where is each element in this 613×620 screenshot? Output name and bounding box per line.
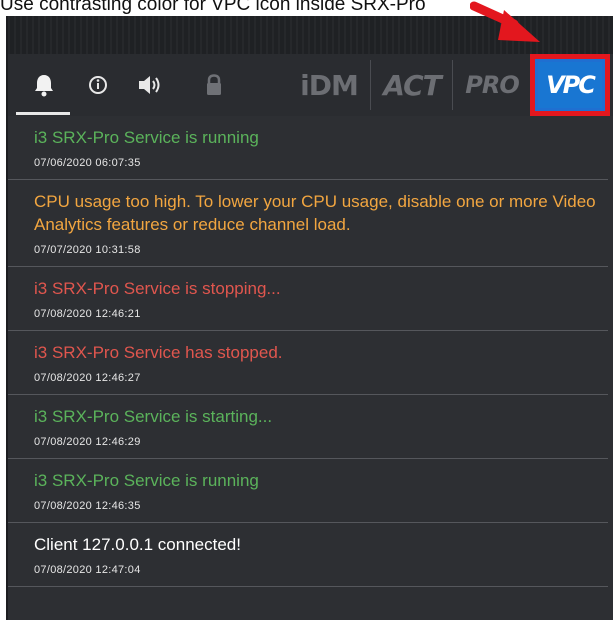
tab-lock[interactable] (194, 54, 234, 116)
notification-message: Client 127.0.0.1 connected! (34, 535, 241, 554)
notification-timestamp: 07/08/2020 12:46:35 (34, 500, 141, 512)
info-icon (89, 76, 107, 94)
notification-message: CPU usage too high. To lower your CPU us… (34, 192, 596, 234)
notification-message: i3 SRX-Pro Service is stopping... (34, 279, 281, 298)
notification-timestamp: 07/08/2020 12:46:27 (34, 372, 141, 384)
list-item[interactable]: CPU usage too high. To lower your CPU us… (8, 180, 608, 267)
list-item[interactable]: i3 SRX-Pro Service is running 07/08/2020 … (8, 459, 608, 523)
lock-icon (207, 74, 221, 95)
vpc-highlight-box[interactable]: VPC (530, 54, 610, 116)
notification-message: i3 SRX-Pro Service is running (34, 128, 259, 147)
notification-timestamp: 07/08/2020 12:46:29 (34, 436, 141, 448)
bell-icon (35, 75, 53, 97)
notification-panel: iDM ACT PRO VPC i3 SRX-Pro Service is ru… (6, 16, 613, 620)
red-arrow-icon (470, 1, 540, 42)
vpc-icon[interactable]: VPC (538, 62, 602, 108)
brand-act-icon[interactable]: ACT (380, 54, 444, 116)
list-item[interactable]: i3 SRX-Pro Service has stopped. 07/08/202… (8, 331, 608, 395)
active-tab-indicator (16, 112, 70, 115)
notification-list: i3 SRX-Pro Service is running 07/06/2020 … (8, 116, 608, 587)
toolbar: iDM ACT PRO VPC (8, 54, 613, 116)
list-item[interactable]: i3 SRX-Pro Service is starting... 07/08/2… (8, 395, 608, 459)
tab-audio[interactable] (128, 54, 172, 116)
separator (370, 60, 371, 110)
list-item[interactable]: Client 127.0.0.1 connected! 07/08/2020 12… (8, 523, 608, 587)
list-item[interactable]: i3 SRX-Pro Service is running 07/06/2020 … (8, 116, 608, 180)
tab-info[interactable] (78, 54, 118, 116)
notification-timestamp: 07/08/2020 12:46:21 (34, 308, 141, 320)
list-item[interactable]: i3 SRX-Pro Service is stopping... 07/08/2… (8, 267, 608, 331)
notification-timestamp: 07/08/2020 12:47:04 (34, 564, 141, 576)
brand-idm-icon[interactable]: iDM (296, 54, 362, 116)
separator (452, 60, 453, 110)
notification-timestamp: 07/07/2020 10:31:58 (34, 244, 141, 256)
notification-timestamp: 07/06/2020 06:07:35 (34, 157, 141, 169)
notification-message: i3 SRX-Pro Service has stopped. (34, 343, 283, 362)
speaker-icon (139, 76, 160, 94)
tab-notifications[interactable] (18, 54, 70, 116)
notification-message: i3 SRX-Pro Service is starting... (34, 407, 273, 426)
notification-message: i3 SRX-Pro Service is running (34, 471, 259, 490)
brand-pro-icon[interactable]: PRO (460, 54, 524, 116)
